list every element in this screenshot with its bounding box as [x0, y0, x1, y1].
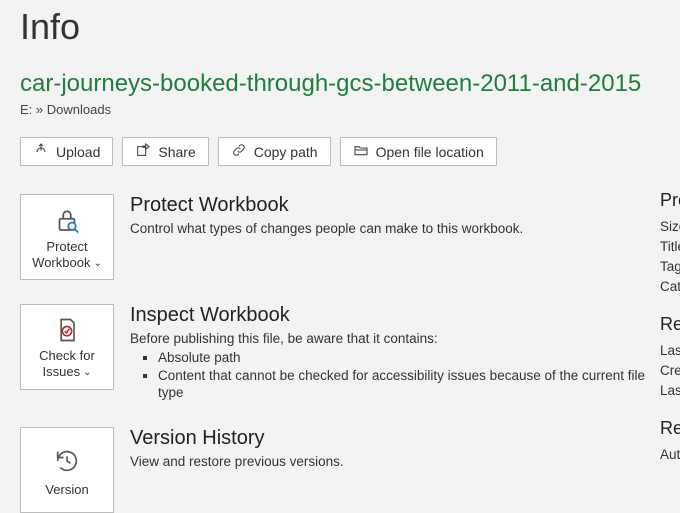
- chevron-down-icon: ⌄: [93, 259, 101, 269]
- upload-button[interactable]: Upload: [20, 137, 113, 166]
- prop-row: Tags: [660, 259, 680, 274]
- related-dates-heading: Rel: [660, 314, 680, 335]
- lock-icon: [52, 205, 82, 235]
- list-item: Content that cannot be checked for acces…: [158, 368, 660, 402]
- version-tile-label: Version: [45, 482, 88, 498]
- protect-heading: Protect Workbook: [130, 194, 660, 217]
- open-location-button[interactable]: Open file location: [340, 137, 497, 166]
- action-toolbar: Upload Share Copy path: [20, 137, 660, 166]
- prop-row: Auth: [660, 447, 680, 462]
- prop-row: Last: [660, 343, 680, 358]
- prop-row: Last: [660, 383, 680, 398]
- copy-path-button[interactable]: Copy path: [218, 137, 331, 166]
- prop-row: Crea: [660, 363, 680, 378]
- open-location-label: Open file location: [376, 144, 484, 160]
- share-label: Share: [158, 144, 195, 160]
- protect-workbook-button[interactable]: Protect Workbook ⌄: [20, 194, 114, 280]
- prop-row: Size: [660, 219, 680, 234]
- inspect-issues-list: Absolute path Content that cannot be che…: [130, 350, 660, 402]
- check-issues-button[interactable]: Check for Issues ⌄: [20, 304, 114, 390]
- folder-open-icon: [353, 142, 369, 161]
- list-item: Absolute path: [158, 350, 660, 367]
- page-title: Info: [20, 6, 660, 48]
- protect-tile-label-2: Workbook: [32, 255, 90, 271]
- inspect-intro: Before publishing this file, be aware th…: [130, 331, 660, 346]
- upload-label: Upload: [56, 144, 100, 160]
- prop-row: Cate: [660, 279, 680, 294]
- copy-path-label: Copy path: [254, 144, 318, 160]
- document-check-icon: [53, 316, 81, 344]
- prop-row: Title: [660, 239, 680, 254]
- protect-tile-label-1: Protect: [46, 239, 87, 255]
- file-path: E: » Downloads: [20, 102, 660, 117]
- properties-panel: Pro Size Title Tags Cate Rel Last Crea L…: [660, 190, 680, 467]
- share-icon: [135, 142, 151, 161]
- related-people-heading: Rel: [660, 418, 680, 439]
- upload-icon: [33, 142, 49, 161]
- link-icon: [231, 142, 247, 161]
- properties-heading: Pro: [660, 190, 680, 211]
- protect-desc: Control what types of changes people can…: [130, 221, 660, 236]
- version-desc: View and restore previous versions.: [130, 454, 660, 469]
- share-button[interactable]: Share: [122, 137, 208, 166]
- history-icon: [53, 444, 81, 478]
- check-tile-label-1: Check for: [39, 348, 95, 364]
- check-tile-label-2: Issues: [43, 364, 81, 380]
- inspect-heading: Inspect Workbook: [130, 304, 660, 327]
- version-heading: Version History: [130, 427, 660, 450]
- chevron-down-icon: ⌄: [83, 368, 91, 378]
- file-name: car-journeys-booked-through-gcs-between-…: [20, 70, 660, 98]
